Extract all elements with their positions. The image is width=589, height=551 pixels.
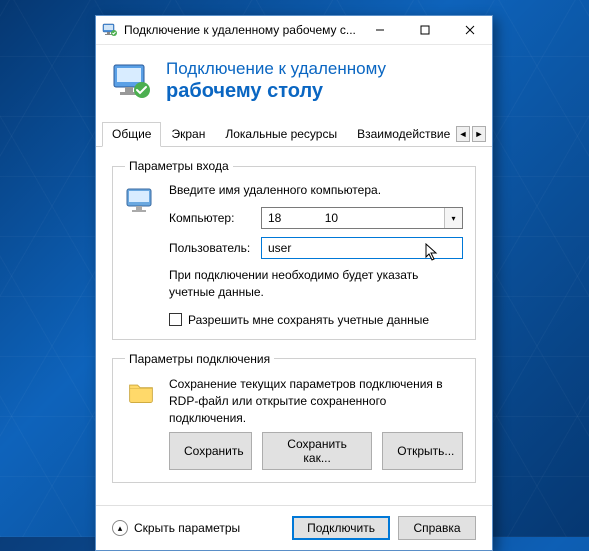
tab-local-resources[interactable]: Локальные ресурсы: [215, 122, 347, 147]
header-title-line1: Подключение к удаленному: [166, 59, 386, 79]
login-settings-legend: Параметры входа: [125, 159, 233, 173]
open-button[interactable]: Открыть...: [382, 432, 463, 470]
computer-input[interactable]: [262, 208, 444, 228]
tab-bar: Общие Экран Локальные ресурсы Взаимодейс…: [96, 121, 492, 147]
titlebar[interactable]: Подключение к удаленному рабочему с...: [96, 16, 492, 45]
folder-icon: [125, 376, 157, 470]
connection-settings-group: Параметры подключения Сохранение текущих…: [112, 352, 476, 483]
titlebar-text: Подключение к удаленному рабочему с...: [124, 23, 357, 37]
save-credentials-checkbox[interactable]: [169, 313, 182, 326]
hide-options-toggle[interactable]: ▴ Скрыть параметры: [112, 520, 240, 536]
minimize-button[interactable]: [357, 16, 402, 44]
tab-scroll-left[interactable]: ◄: [456, 126, 470, 142]
save-as-button[interactable]: Сохранить как...: [262, 432, 372, 470]
dialog-footer: ▴ Скрыть параметры Подключить Справка: [96, 505, 492, 550]
rdc-window: Подключение к удаленному рабочему с...: [95, 15, 493, 551]
username-input[interactable]: [261, 237, 463, 259]
save-credentials-label: Разрешить мне сохранять учетные данные: [188, 313, 429, 327]
tab-panel-general: Параметры входа Введите имя удаленного к…: [96, 147, 492, 505]
computer-dropdown-button[interactable]: ▾: [444, 208, 462, 228]
computer-combobox[interactable]: ▾: [261, 207, 463, 229]
chevron-down-icon: ▾: [451, 214, 455, 223]
computer-label: Компьютер:: [169, 211, 255, 225]
app-icon: [102, 22, 118, 38]
close-button[interactable]: [447, 16, 492, 44]
maximize-button[interactable]: [402, 16, 447, 44]
tab-experience[interactable]: Взаимодействие: [347, 122, 452, 147]
connection-settings-text: Сохранение текущих параметров подключени…: [169, 376, 463, 426]
rdc-logo-icon: [112, 61, 152, 101]
login-settings-group: Параметры входа Введите имя удаленного к…: [112, 159, 476, 340]
tab-display[interactable]: Экран: [161, 122, 215, 147]
hide-options-label: Скрыть параметры: [134, 521, 240, 535]
computer-icon: [125, 183, 157, 327]
credentials-note: При подключении необходимо будет указать…: [169, 267, 463, 301]
header-title-line2: рабочему столу: [166, 79, 386, 103]
tab-scroll-right[interactable]: ►: [472, 126, 486, 142]
connection-settings-legend: Параметры подключения: [125, 352, 274, 366]
username-label: Пользователь:: [169, 241, 255, 255]
tab-general[interactable]: Общие: [102, 122, 161, 147]
save-button[interactable]: Сохранить: [169, 432, 252, 470]
login-intro-text: Введите имя удаленного компьютера.: [169, 183, 463, 197]
header: Подключение к удаленному рабочему столу: [96, 45, 492, 121]
chevron-up-icon: ▴: [112, 520, 128, 536]
